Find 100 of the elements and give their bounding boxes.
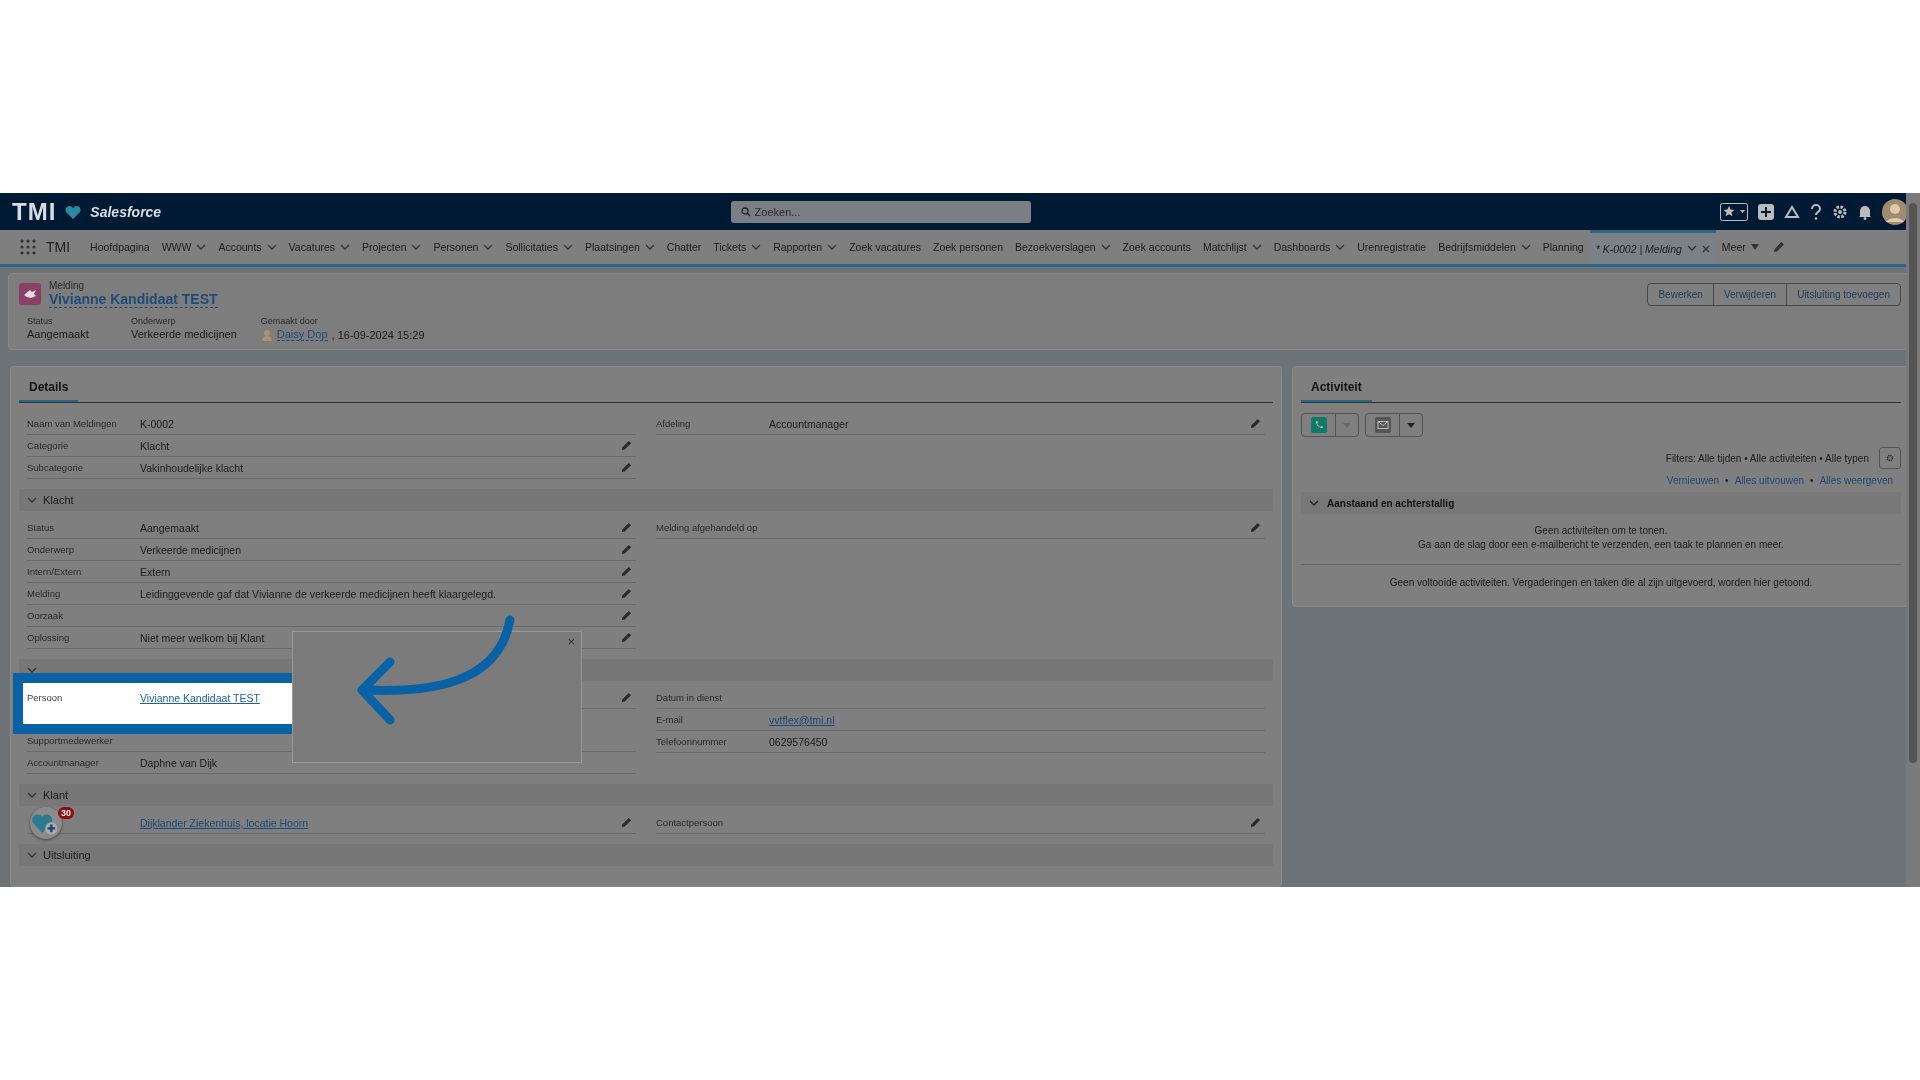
action-button[interactable]: Verwijderen bbox=[1712, 282, 1788, 306]
chevron-down-icon[interactable] bbox=[1520, 243, 1531, 251]
chevron-down-icon[interactable] bbox=[483, 243, 494, 251]
nav-tab[interactable]: Plaatsingen bbox=[578, 230, 661, 264]
chevron-down-icon[interactable] bbox=[1686, 245, 1697, 252]
phone-icon bbox=[1310, 417, 1327, 433]
nav-tab[interactable]: Tickets bbox=[707, 230, 768, 264]
add-icon[interactable] bbox=[1758, 203, 1774, 220]
section-header[interactable]: Klant bbox=[19, 784, 1273, 806]
chevron-icon bbox=[27, 791, 37, 799]
app-launcher-icon[interactable] bbox=[20, 239, 36, 255]
activity-link[interactable]: Vernieuwen bbox=[1666, 475, 1720, 486]
pencil-icon[interactable] bbox=[1250, 522, 1261, 533]
nav-tab[interactable]: Accounts bbox=[212, 230, 283, 264]
user-avatar bbox=[260, 328, 273, 341]
pencil-icon[interactable] bbox=[621, 440, 632, 451]
nav-tab[interactable]: Sollicitaties bbox=[499, 230, 579, 264]
action-button[interactable]: Bewerken bbox=[1647, 282, 1714, 306]
pencil-icon[interactable] bbox=[621, 462, 632, 473]
field-label: Melding bbox=[27, 588, 61, 599]
pencil-icon[interactable] bbox=[621, 632, 632, 643]
pencil-icon[interactable] bbox=[621, 817, 632, 828]
nav-tab[interactable]: Zoek personen bbox=[927, 230, 1010, 264]
nav-tab[interactable]: Zoek accounts bbox=[1116, 230, 1197, 264]
field-label: Telefoonnummer bbox=[656, 736, 727, 747]
field-value: 0629576450 bbox=[769, 735, 828, 748]
nav-tab[interactable]: * K-0002 | Melding bbox=[1589, 230, 1716, 264]
chevron-down-icon[interactable] bbox=[827, 243, 838, 251]
chevron-down-icon[interactable] bbox=[411, 243, 422, 251]
nav-tab[interactable]: Planning bbox=[1536, 230, 1590, 264]
chevron-down-icon[interactable] bbox=[1335, 243, 1346, 251]
action-button[interactable]: Uitsluiting toevoegen bbox=[1786, 282, 1901, 306]
more-tab[interactable]: Meer bbox=[1715, 230, 1765, 264]
pencil-icon[interactable] bbox=[1250, 817, 1261, 828]
field-link[interactable]: vvtflex@tmi.nl bbox=[769, 713, 835, 726]
created-date: , 16-09-2024 15:29 bbox=[331, 328, 425, 341]
separator: • bbox=[1810, 475, 1814, 486]
help-icon[interactable] bbox=[1810, 203, 1822, 220]
chevron-down-icon[interactable] bbox=[1251, 243, 1262, 251]
field-label: Onderwerp bbox=[27, 544, 74, 555]
notifications-icon[interactable] bbox=[1858, 203, 1872, 220]
section-title: Aanstaand en achterstallig bbox=[1327, 497, 1455, 509]
nav-tab[interactable]: Matchlijst bbox=[1196, 230, 1268, 264]
caret-icon bbox=[1750, 244, 1759, 250]
nav-tab[interactable]: Urenregistratie bbox=[1351, 230, 1433, 264]
pencil-icon[interactable] bbox=[621, 610, 632, 621]
section-header[interactable]: Aanstaand en achterstallig bbox=[1301, 492, 1901, 514]
edit-icon[interactable] bbox=[1772, 241, 1785, 253]
nav-tab[interactable]: Rapporten bbox=[767, 230, 844, 264]
empty-message: Geen voltooide activiteiten. Vergaderingen en taken die al zijn uitgevoerd, worden hier getoond. bbox=[1389, 577, 1813, 588]
product-name: Salesforce bbox=[90, 203, 162, 220]
field-label: Afdeling bbox=[656, 418, 691, 429]
nav-tab[interactable]: Zoek vacatures bbox=[843, 230, 927, 264]
chevron-down-icon[interactable] bbox=[1100, 243, 1111, 251]
favorites-icon[interactable] bbox=[1720, 202, 1748, 221]
nav-tab[interactable]: Bedrijfsmiddelen bbox=[1432, 230, 1537, 264]
nav-tab[interactable]: Dashboards bbox=[1267, 230, 1352, 264]
nav-tab[interactable]: Chatter bbox=[660, 230, 708, 264]
chevron-icon bbox=[1309, 499, 1319, 507]
settings-button[interactable] bbox=[1879, 447, 1901, 469]
pencil-icon[interactable] bbox=[621, 522, 632, 533]
nav-tab[interactable]: Vacatures bbox=[282, 230, 357, 264]
chevron-down-icon[interactable] bbox=[751, 243, 762, 251]
field-value: Aangemaakt bbox=[27, 328, 89, 340]
pencil-icon[interactable] bbox=[1250, 418, 1261, 429]
section-header[interactable]: Klacht bbox=[19, 489, 1273, 511]
field-label: Datum in dienst bbox=[656, 692, 722, 703]
chevron-down-icon[interactable] bbox=[266, 243, 277, 251]
activity-link[interactable]: Alles uitvouwen bbox=[1734, 475, 1805, 486]
pencil-icon[interactable] bbox=[621, 692, 632, 703]
close-icon[interactable] bbox=[1701, 244, 1710, 253]
user-link[interactable]: Daisy Dop bbox=[276, 328, 328, 341]
field-link[interactable]: Vivianne Kandidaat TEST bbox=[140, 691, 260, 704]
pencil-icon[interactable] bbox=[621, 588, 632, 599]
chevron-down-icon[interactable] bbox=[340, 243, 351, 251]
record-title[interactable]: Vivianne Kandidaat TEST bbox=[49, 291, 218, 308]
nav-tab[interactable]: Bezoekverslagen bbox=[1009, 230, 1117, 264]
scrollbar[interactable] bbox=[1906, 193, 1920, 887]
search-field[interactable]: Zoeken... bbox=[730, 200, 1031, 223]
field-value: Klacht bbox=[140, 439, 170, 452]
field-link[interactable]: Dijklander Ziekenhuis, locatie Hoorn bbox=[140, 816, 309, 829]
field-label: Gemaakt door bbox=[260, 316, 319, 326]
avatar[interactable] bbox=[1882, 198, 1908, 225]
chevron-down-icon[interactable] bbox=[644, 243, 655, 251]
pencil-icon[interactable] bbox=[621, 566, 632, 577]
chevron-down-icon[interactable] bbox=[196, 243, 207, 251]
close-button[interactable]: × bbox=[567, 634, 575, 649]
nav-tab[interactable]: Projecten bbox=[356, 230, 428, 264]
nav-tab[interactable]: Personen bbox=[427, 230, 500, 264]
activity-link[interactable]: Alles weergeven bbox=[1819, 475, 1893, 486]
pencil-icon[interactable] bbox=[621, 544, 632, 555]
nav-tab[interactable]: WWW bbox=[155, 230, 213, 264]
settings-icon[interactable] bbox=[1832, 203, 1848, 220]
field-value: Niet meer welkom bij Klant bbox=[140, 631, 265, 644]
nav-tab[interactable]: Hoofdpagina bbox=[84, 230, 156, 264]
details-tab[interactable]: Details bbox=[19, 378, 79, 402]
activity-tab[interactable]: Activiteit bbox=[1301, 378, 1372, 402]
chevron-down-icon[interactable] bbox=[562, 243, 573, 251]
section-header[interactable]: Uitsluiting bbox=[19, 844, 1273, 866]
field-label: Categorie bbox=[27, 440, 69, 451]
